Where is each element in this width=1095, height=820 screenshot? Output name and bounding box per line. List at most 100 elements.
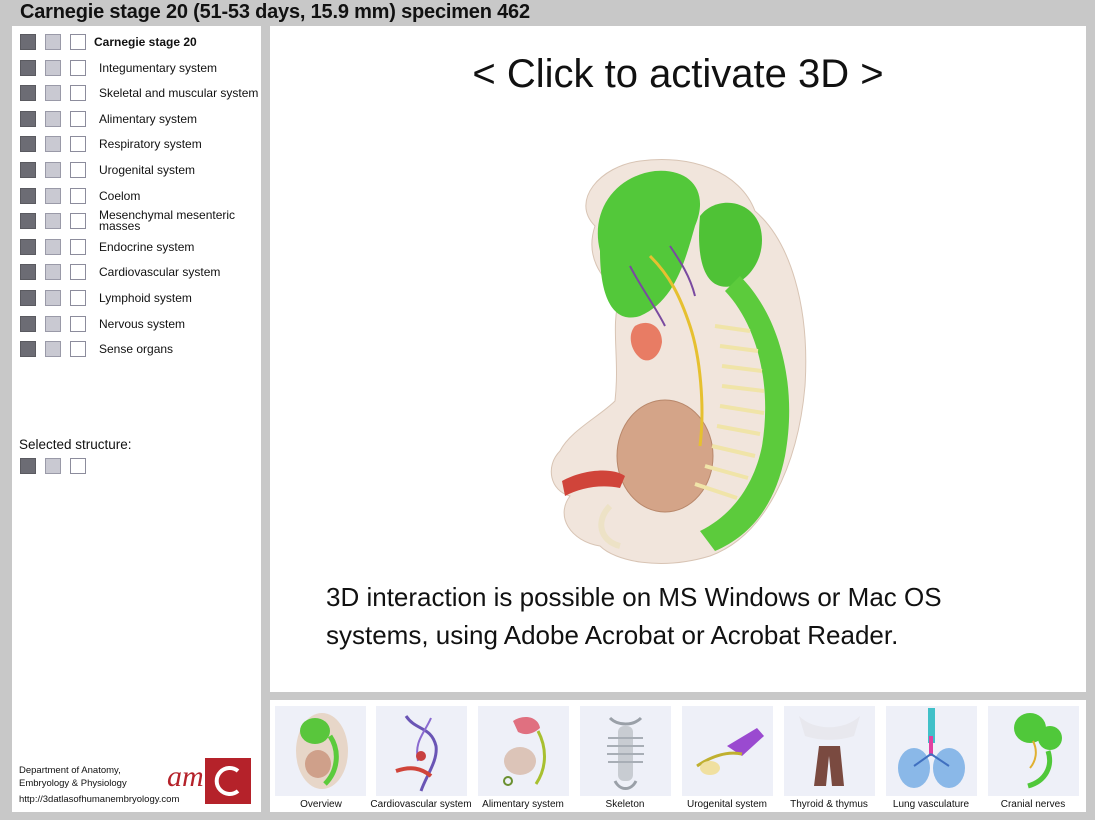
tree-item-label[interactable]: Mesenchymal mesenteric masses [99, 209, 249, 232]
tree-row-urogenital[interactable]: Urogenital system [17, 160, 261, 182]
thumbnail-label-cranial-nerves[interactable]: Cranial nerves [982, 799, 1084, 810]
visibility-transparent-toggle[interactable] [45, 85, 61, 102]
amc-logo: am [167, 758, 252, 804]
visibility-hidden-toggle[interactable] [70, 213, 86, 230]
visibility-transparent-toggle[interactable] [45, 238, 61, 255]
visibility-transparent-toggle[interactable] [45, 34, 61, 50]
thumbnail-label-cardiovascular[interactable]: Cardiovascular system [370, 799, 472, 810]
tree-row-cardiovascular[interactable]: Cardiovascular system [17, 262, 261, 284]
visibility-hidden-toggle[interactable] [70, 187, 86, 204]
visibility-hidden-toggle[interactable] [70, 59, 86, 76]
visibility-transparent-toggle[interactable] [45, 315, 61, 332]
view-thumbnail-strip: Overview Cardiovascular system Alimentar… [270, 700, 1086, 812]
visibility-solid-toggle[interactable] [20, 110, 36, 127]
visibility-solid-toggle[interactable] [20, 315, 36, 332]
tree-row-mesenchymal[interactable]: Mesenchymal mesenteric masses [17, 209, 261, 233]
tree-row-sense-organs[interactable]: Sense organs [17, 339, 261, 361]
visibility-transparent-toggle[interactable] [45, 162, 61, 178]
tree-item-label[interactable]: Lymphoid system [99, 292, 192, 304]
visibility-solid-toggle[interactable] [20, 290, 36, 306]
tree-item-label[interactable]: Coelom [99, 190, 140, 202]
tree-row-root[interactable]: Carnegie stage 20 [17, 32, 261, 54]
tree-item-label[interactable]: Alimentary system [99, 113, 197, 125]
visibility-transparent-toggle[interactable] [45, 458, 61, 474]
thumbnail-lung-vasculature[interactable] [886, 706, 977, 796]
visibility-hidden-toggle[interactable] [70, 341, 86, 358]
tree-row-nervous[interactable]: Nervous system [17, 314, 261, 336]
logo-text: am [167, 760, 204, 793]
visibility-hidden-toggle[interactable] [70, 238, 86, 255]
visibility-hidden-toggle[interactable] [70, 34, 86, 50]
visibility-solid-toggle[interactable] [20, 136, 36, 153]
thumbnail-alimentary[interactable] [478, 706, 569, 796]
tree-item-label[interactable]: Nervous system [99, 318, 185, 330]
visibility-hidden-toggle[interactable] [70, 110, 86, 127]
tree-row-integumentary[interactable]: Integumentary system [17, 58, 261, 80]
page-title: Carnegie stage 20 (51-53 days, 15.9 mm) … [20, 1, 530, 23]
tree-item-label[interactable]: Skeletal and muscular system [99, 87, 258, 99]
tree-row-lymphoid[interactable]: Lymphoid system [17, 288, 261, 310]
tree-item-label[interactable]: Cardiovascular system [99, 266, 220, 278]
website-url: http://3datlasofhumanembryology.com [19, 794, 180, 805]
thumbnail-skeleton[interactable] [580, 706, 671, 796]
visibility-hidden-toggle[interactable] [70, 264, 86, 281]
thyroid-thymus-icon [799, 716, 860, 786]
visibility-solid-toggle[interactable] [20, 458, 36, 474]
thumbnail-overview[interactable] [275, 706, 366, 796]
visibility-transparent-toggle[interactable] [45, 264, 61, 281]
visibility-solid-toggle[interactable] [20, 187, 36, 204]
thumbnail-cranial-nerves[interactable] [988, 706, 1079, 796]
structure-panel: Carnegie stage 20 Integumentary system S… [12, 26, 261, 812]
visibility-solid-toggle[interactable] [20, 59, 36, 76]
thumbnail-label-alimentary[interactable]: Alimentary system [472, 799, 574, 810]
thumbnail-urogenital[interactable] [682, 706, 773, 796]
tree-item-label[interactable]: Sense organs [99, 343, 173, 355]
tree-row-respiratory[interactable]: Respiratory system [17, 134, 261, 156]
title-bar: Carnegie stage 20 (51-53 days, 15.9 mm) … [0, 0, 1095, 26]
visibility-transparent-toggle[interactable] [45, 187, 61, 204]
visibility-solid-toggle[interactable] [20, 213, 36, 230]
visibility-hidden-toggle[interactable] [70, 290, 86, 306]
thumbnail-label-overview[interactable]: Overview [270, 799, 372, 810]
visibility-hidden-toggle[interactable] [70, 315, 86, 332]
visibility-transparent-toggle[interactable] [45, 341, 61, 358]
visibility-transparent-toggle[interactable] [45, 59, 61, 76]
tree-root-label[interactable]: Carnegie stage 20 [94, 36, 197, 48]
department-line-1: Department of Anatomy, [19, 765, 121, 776]
tree-item-label[interactable]: Urogenital system [99, 164, 195, 176]
info-line-1: 3D interaction is possible on MS Windows… [326, 582, 942, 612]
3d-viewer[interactable]: < Click to activate 3D > 3D interaction … [270, 26, 1086, 692]
visibility-hidden-toggle[interactable] [70, 162, 86, 178]
visibility-hidden-toggle[interactable] [70, 458, 86, 474]
cranial-nerves-icon [1014, 713, 1062, 789]
thumbnail-cardiovascular[interactable] [376, 706, 467, 796]
logo-c-icon [205, 758, 251, 804]
visibility-hidden-toggle[interactable] [70, 136, 86, 153]
visibility-solid-toggle[interactable] [20, 85, 36, 102]
tree-item-label[interactable]: Respiratory system [99, 138, 202, 150]
visibility-solid-toggle[interactable] [20, 34, 36, 50]
3d-info-text: 3D interaction is possible on MS Windows… [326, 578, 1066, 654]
thumbnail-label-thyroid-thymus[interactable]: Thyroid & thymus [778, 799, 880, 810]
visibility-solid-toggle[interactable] [20, 238, 36, 255]
thumbnail-label-urogenital[interactable]: Urogenital system [676, 799, 778, 810]
tree-row-endocrine[interactable]: Endocrine system [17, 237, 261, 259]
tree-item-label[interactable]: Endocrine system [99, 241, 194, 253]
tree-row-skeletal[interactable]: Skeletal and muscular system [17, 83, 261, 105]
visibility-solid-toggle[interactable] [20, 264, 36, 281]
thumbnail-label-lung-vasculature[interactable]: Lung vasculature [880, 799, 982, 810]
visibility-solid-toggle[interactable] [20, 341, 36, 358]
visibility-hidden-toggle[interactable] [70, 85, 86, 102]
embryo-overview-icon [296, 713, 348, 789]
visibility-transparent-toggle[interactable] [45, 136, 61, 153]
tree-row-alimentary[interactable]: Alimentary system [17, 109, 261, 131]
tree-item-label[interactable]: Integumentary system [99, 62, 217, 74]
visibility-transparent-toggle[interactable] [45, 290, 61, 306]
visibility-transparent-toggle[interactable] [45, 110, 61, 127]
cardiovascular-icon [395, 715, 438, 792]
tree-row-coelom[interactable]: Coelom [17, 186, 261, 208]
thumbnail-thyroid-thymus[interactable] [784, 706, 875, 796]
thumbnail-label-skeleton[interactable]: Skeleton [574, 799, 676, 810]
visibility-transparent-toggle[interactable] [45, 213, 61, 230]
visibility-solid-toggle[interactable] [20, 162, 36, 178]
